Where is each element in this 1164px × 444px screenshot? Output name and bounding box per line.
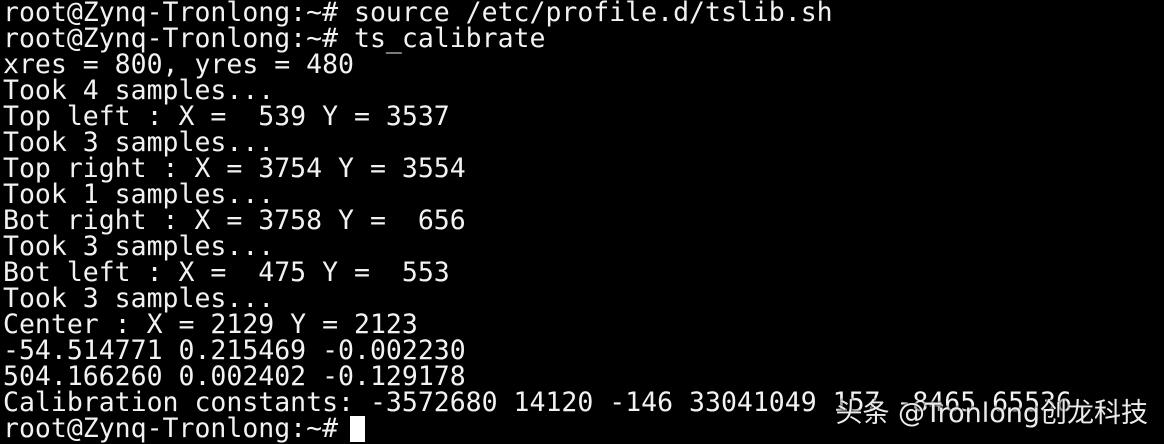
- watermark: 头条 @Tronlong创龙科技: [835, 397, 1148, 429]
- shell-prompt: root@Zynq-Tronlong:~#: [3, 413, 339, 444]
- terminal-window[interactable]: root@Zynq-Tronlong:~# source /etc/profil…: [0, 0, 1164, 444]
- text-cursor: [350, 416, 366, 442]
- terminal-prompt-line[interactable]: root@Zynq-Tronlong:~#: [3, 413, 366, 444]
